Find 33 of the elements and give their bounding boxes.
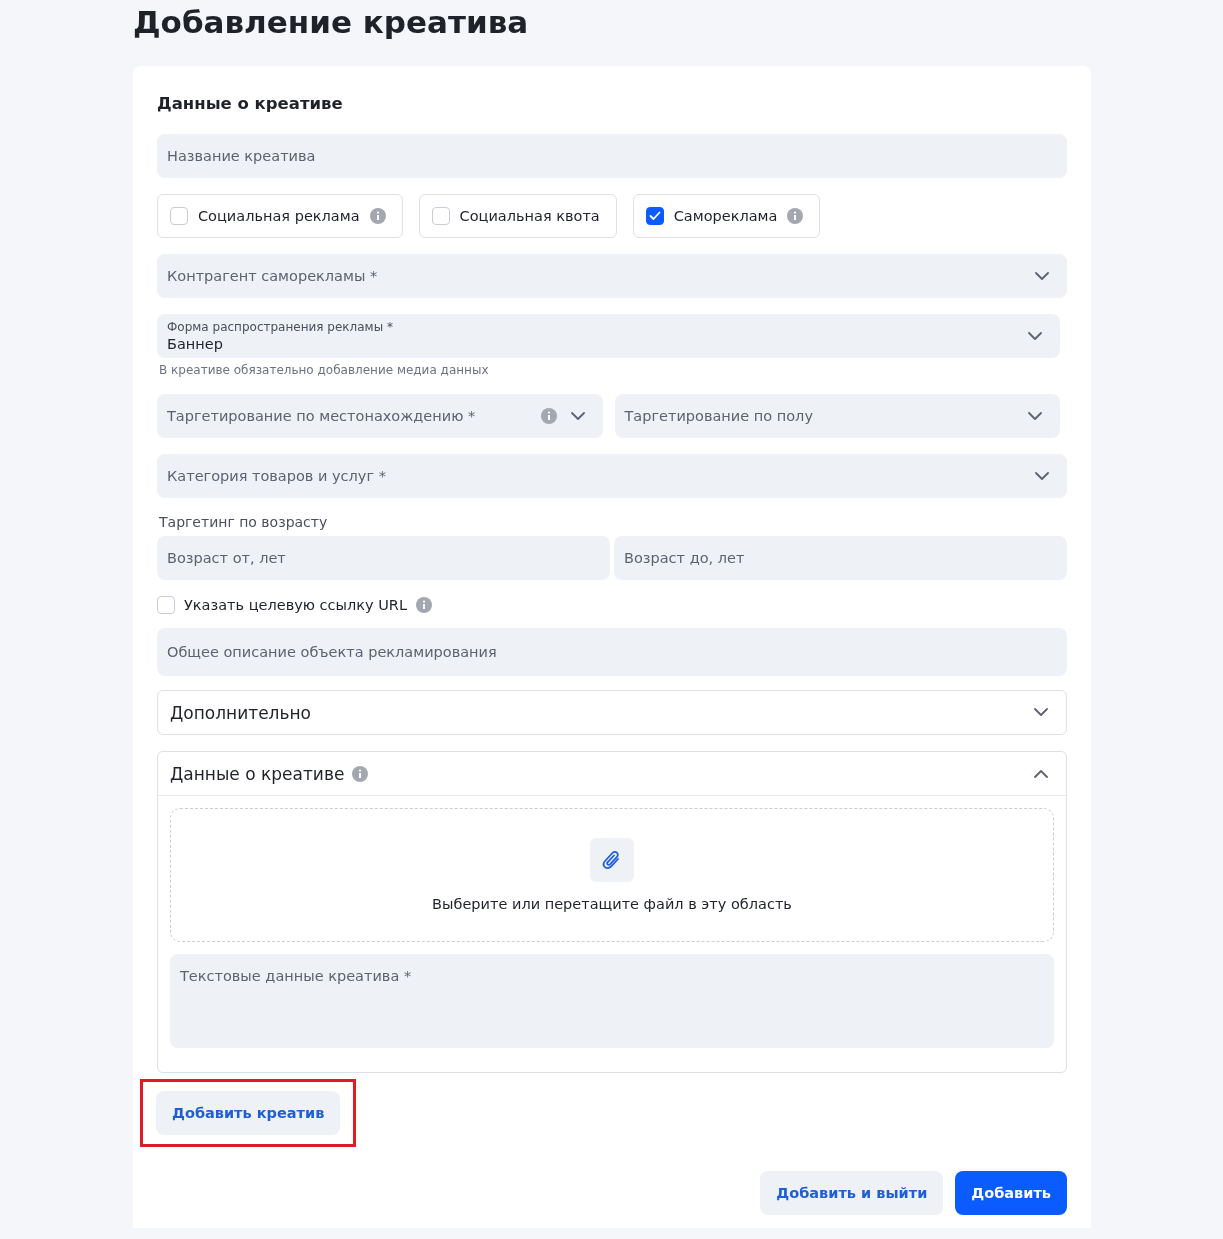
- checkbox-option[interactable]: Самореклама: [632, 194, 821, 238]
- dropdown[interactable]: Таргетирование по полу: [614, 394, 1060, 438]
- dropzone-hint: Выберите или перетащите файл в эту область: [432, 896, 792, 912]
- chevron-icon: [1028, 411, 1042, 421]
- paperclip-icon: [590, 838, 634, 882]
- text-area[interactable]: Общее описание объекта рекламирования: [157, 628, 1067, 676]
- add-creative-button[interactable]: Добавить креатив: [156, 1091, 341, 1135]
- accordion-header[interactable]: Данные о креативе: [158, 752, 1066, 796]
- checkbox[interactable]: [645, 207, 664, 225]
- checkbox-option[interactable]: Социальная квота: [418, 194, 617, 238]
- section-title: Данные о креативе: [157, 93, 344, 115]
- page-title: Добавление креатива: [133, 3, 530, 42]
- text-field[interactable]: Возраст до, лет: [614, 536, 1067, 580]
- checkbox-option[interactable]: Социальная реклама: [157, 194, 403, 238]
- chevron-icon: [1035, 471, 1049, 481]
- text-field[interactable]: Название креатива: [157, 134, 1067, 178]
- submit-button[interactable]: Добавить: [955, 1171, 1067, 1215]
- chevron-icon: [1035, 271, 1049, 281]
- accordion-header[interactable]: Дополнительно: [158, 691, 1066, 734]
- dropdown[interactable]: Форма распространения рекламы * Баннер: [157, 314, 1060, 358]
- dropdown[interactable]: Контрагент саморекламы *: [157, 254, 1067, 298]
- dropdown[interactable]: Таргетирование по местонахождению *: [157, 394, 603, 438]
- field-label: Таргетинг по возрасту: [158, 514, 329, 532]
- text-field[interactable]: Возраст от, лет: [157, 536, 610, 580]
- text-area[interactable]: Текстовые данные креатива *: [170, 954, 1054, 1048]
- secondary-button[interactable]: Добавить и выйти: [760, 1171, 944, 1215]
- hint-text: В креативе обязательно добавление медиа данных: [158, 362, 490, 378]
- chevron-icon: [1028, 331, 1042, 341]
- check-icon: [648, 211, 661, 221]
- dropdown[interactable]: Категория товаров и услуг *: [157, 454, 1067, 498]
- file-dropzone[interactable]: Выберите или перетащите файл в эту область: [170, 808, 1054, 942]
- checkbox-label[interactable]: Указать целевую ссылку URL: [184, 597, 407, 613]
- chevron-icon: [570, 411, 585, 421]
